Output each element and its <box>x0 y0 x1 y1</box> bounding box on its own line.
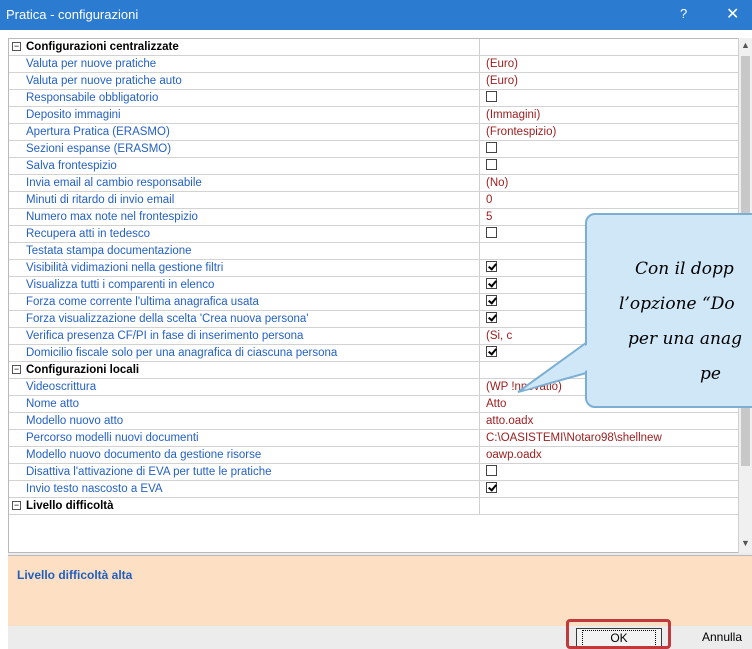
description-panel: Livello difficoltà alta <box>8 555 752 627</box>
collapse-icon[interactable]: − <box>12 365 21 374</box>
checkbox[interactable] <box>486 159 497 171</box>
category-row[interactable]: − Livello difficoltà <box>9 498 738 515</box>
property-row[interactable]: Valuta per nuove pratiche auto (Euro) <box>9 73 738 90</box>
property-row[interactable]: Salva frontespizio <box>9 158 738 175</box>
checkbox[interactable] <box>486 346 497 358</box>
window-title: Pratica - configurazioni <box>6 7 139 22</box>
property-row[interactable]: Modello nuovo documento da gestione riso… <box>9 447 738 464</box>
property-label[interactable]: Recupera atti in tedesco <box>9 226 480 242</box>
checkbox[interactable] <box>486 142 497 154</box>
property-row[interactable]: Sezioni espanse (ERASMO) <box>9 141 738 158</box>
property-label[interactable]: Percorso modelli nuovi documenti <box>9 430 480 446</box>
category-label: Configurazioni locali <box>9 362 480 378</box>
category-value-cell <box>480 39 738 55</box>
close-icon[interactable]: ✕ <box>726 4 739 24</box>
checkbox[interactable] <box>486 227 497 239</box>
checkbox[interactable] <box>486 295 497 307</box>
property-row[interactable]: Modello nuovo atto atto.oadx <box>9 413 738 430</box>
property-label[interactable]: Sezioni espanse (ERASMO) <box>9 141 480 157</box>
property-label[interactable]: Deposito immagini <box>9 107 480 123</box>
property-checkbox-cell[interactable] <box>480 158 738 174</box>
checkbox[interactable] <box>486 465 497 477</box>
property-label[interactable]: Videoscrittura <box>9 379 480 395</box>
property-row[interactable]: Invio testo nascosto a EVA <box>9 481 738 498</box>
property-label[interactable]: Forza come corrente l'ultima anagrafica … <box>9 294 480 310</box>
property-label[interactable]: Invia email al cambio responsabile <box>9 175 480 191</box>
property-label[interactable]: Valuta per nuove pratiche auto <box>9 73 480 89</box>
checkbox[interactable] <box>486 261 497 273</box>
property-value[interactable]: (No) <box>480 175 738 191</box>
property-label[interactable]: Apertura Pratica (ERASMO) <box>9 124 480 140</box>
property-label[interactable]: Numero max note nel frontespizio <box>9 209 480 225</box>
property-row[interactable]: Deposito immagini (Immagini) <box>9 107 738 124</box>
property-row[interactable]: Valuta per nuove pratiche (Euro) <box>9 56 738 73</box>
callout-line-4: pe <box>700 364 721 384</box>
property-value[interactable]: (Euro) <box>480 73 738 89</box>
property-value[interactable]: 0 <box>480 192 738 208</box>
property-value[interactable]: atto.oadx <box>480 413 738 429</box>
property-label[interactable]: Modello nuovo atto <box>9 413 480 429</box>
property-label[interactable]: Responsabile obbligatorio <box>9 90 480 106</box>
property-label[interactable]: Minuti di ritardo di invio email <box>9 192 480 208</box>
property-checkbox-cell[interactable] <box>480 90 738 106</box>
category-label: Configurazioni centralizzate <box>9 39 480 55</box>
property-label[interactable]: Forza visualizzazione della scelta 'Crea… <box>9 311 480 327</box>
property-label[interactable]: Visibilità vidimazioni nella gestione fi… <box>9 260 480 276</box>
property-value[interactable]: (Immagini) <box>480 107 738 123</box>
property-row[interactable]: Disattiva l'attivazione di EVA per tutte… <box>9 464 738 481</box>
property-checkbox-cell[interactable] <box>480 141 738 157</box>
help-button[interactable]: ? <box>680 6 687 21</box>
ok-highlight-box <box>566 619 671 649</box>
property-label[interactable]: Domicilio fiscale solo per una anagrafic… <box>9 345 480 361</box>
callout-tooltip: Con il dopp l’opzione “Do per una anag p… <box>585 213 752 408</box>
property-label[interactable]: Disattiva l'attivazione di EVA per tutte… <box>9 464 480 480</box>
property-checkbox-cell[interactable] <box>480 481 738 497</box>
property-label[interactable]: Verifica presenza CF/PI in fase di inser… <box>9 328 480 344</box>
description-text: Livello difficoltà alta <box>17 568 133 582</box>
title-bar: Pratica - configurazioni ? ✕ <box>0 0 752 30</box>
callout-line-2: l’opzione “Do <box>619 294 735 314</box>
checkbox[interactable] <box>486 312 497 324</box>
scroll-up-icon[interactable]: ▲ <box>741 40 750 50</box>
collapse-icon[interactable]: − <box>12 42 21 51</box>
collapse-icon[interactable]: − <box>12 501 21 510</box>
property-row[interactable]: Percorso modelli nuovi documenti C:\OASIS… <box>9 430 738 447</box>
property-label[interactable]: Nome atto <box>9 396 480 412</box>
property-checkbox-cell[interactable] <box>480 464 738 480</box>
property-value[interactable]: (Euro) <box>480 56 738 72</box>
checkbox[interactable] <box>486 91 497 103</box>
category-row[interactable]: − Configurazioni centralizzate <box>9 39 738 56</box>
property-row[interactable]: Minuti di ritardo di invio email 0 <box>9 192 738 209</box>
property-value[interactable]: (Frontespizio) <box>480 124 738 140</box>
property-value[interactable]: C:\OASISTEMI\Notaro98\shellnew <box>480 430 738 446</box>
cancel-button[interactable]: Annulla <box>692 628 752 649</box>
property-label[interactable]: Visualizza tutti i comparenti in elenco <box>9 277 480 293</box>
property-value[interactable]: oawp.oadx <box>480 447 738 463</box>
property-label[interactable]: Salva frontespizio <box>9 158 480 174</box>
scroll-down-icon[interactable]: ▼ <box>741 538 750 548</box>
property-label[interactable]: Valuta per nuove pratiche <box>9 56 480 72</box>
property-row[interactable]: Responsabile obbligatorio <box>9 90 738 107</box>
property-label[interactable]: Testata stampa documentazione <box>9 243 480 259</box>
checkbox[interactable] <box>486 482 497 494</box>
category-label: Livello difficoltà <box>9 498 480 514</box>
property-row[interactable]: Invia email al cambio responsabile (No) <box>9 175 738 192</box>
property-label[interactable]: Invio testo nascosto a EVA <box>9 481 480 497</box>
property-row[interactable]: Apertura Pratica (ERASMO) (Frontespizio) <box>9 124 738 141</box>
checkbox[interactable] <box>486 278 497 290</box>
property-label[interactable]: Modello nuovo documento da gestione riso… <box>9 447 480 463</box>
callout-line-3: per una anag <box>628 329 743 349</box>
category-value-cell <box>480 498 738 514</box>
callout-line-1: Con il dopp <box>635 259 734 279</box>
cancel-button-label: Annulla <box>701 630 743 644</box>
